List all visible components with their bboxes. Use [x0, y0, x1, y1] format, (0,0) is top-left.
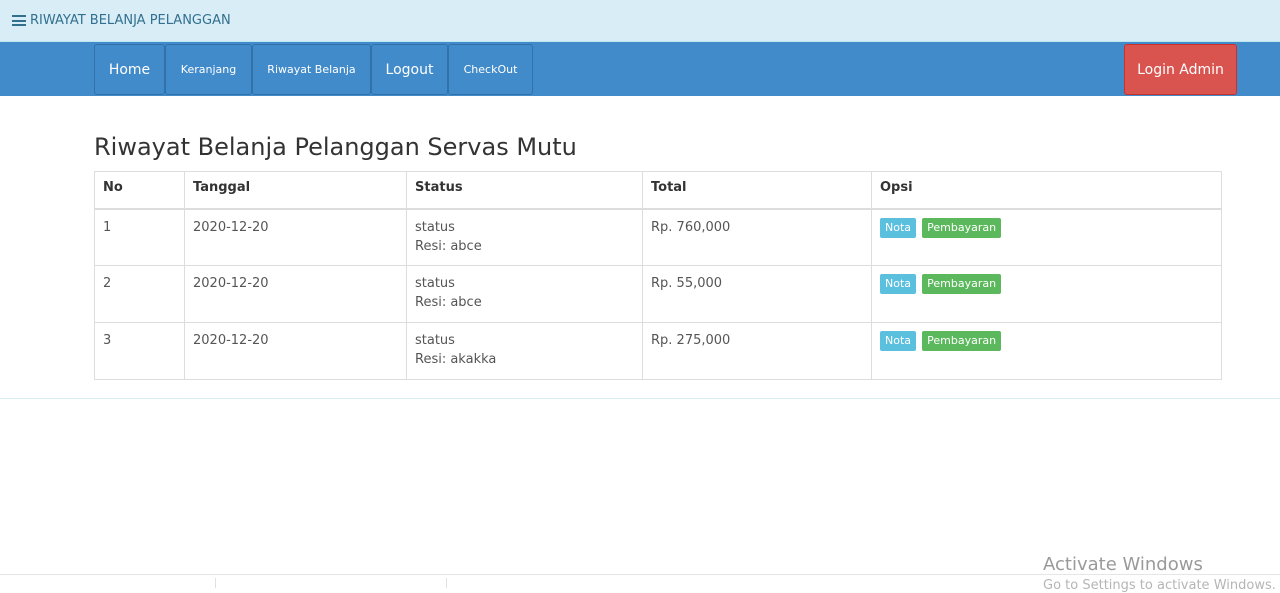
resi-text: Resi: abce: [415, 238, 482, 254]
history-table: No Tanggal Status Total Opsi 1 2020-12-2…: [94, 171, 1222, 380]
resi-text: Resi: akakka: [415, 352, 497, 367]
cell-no: 3: [94, 322, 185, 380]
cell-tanggal: 2020-12-20: [184, 265, 407, 323]
table-header-row: No Tanggal Status Total Opsi: [94, 171, 1222, 210]
cell-opsi: Nota Pembayaran: [871, 265, 1222, 323]
table-row: 2 2020-12-20 status Resi: abce Rp. 55,00…: [94, 265, 1222, 323]
nota-button[interactable]: Nota: [880, 274, 917, 294]
navbar: Home Keranjang Riwayat Belanja Logout Ch…: [0, 42, 1280, 96]
nav-logout[interactable]: Logout: [371, 44, 448, 95]
header-title-text: RIWAYAT BELANJA PELANGGAN: [30, 13, 231, 28]
table-row: 1 2020-12-20 status Resi: abce Rp. 760,0…: [94, 208, 1222, 266]
nav-keranjang[interactable]: Keranjang: [165, 44, 252, 95]
nota-button[interactable]: Nota: [880, 217, 917, 238]
cell-tanggal: 2020-12-20: [184, 208, 407, 266]
cell-tanggal: 2020-12-20: [184, 322, 407, 380]
cell-opsi: Nota Pembayaran: [871, 208, 1222, 266]
nav-home[interactable]: Home: [94, 44, 165, 95]
nota-button[interactable]: Nota: [880, 331, 917, 351]
cell-total: Rp. 275,000: [642, 322, 872, 380]
cell-total: Rp. 760,000: [642, 208, 872, 266]
pembayaran-button[interactable]: Pembayaran: [922, 217, 1002, 238]
activate-windows-subtitle: Go to Settings to activate Windows.: [1043, 578, 1276, 593]
cell-total: Rp. 55,000: [642, 265, 872, 323]
pembayaran-button[interactable]: Pembayaran: [922, 274, 1002, 294]
header-strip: RIWAYAT BELANJA PELANGGAN: [0, 0, 1280, 42]
header-title: RIWAYAT BELANJA PELANGGAN: [12, 13, 231, 28]
login-admin-button[interactable]: Login Admin: [1124, 44, 1237, 95]
status-text: status: [415, 219, 455, 235]
cell-opsi: Nota Pembayaran: [871, 322, 1222, 380]
column-header-total: Total: [642, 171, 872, 210]
status-text: status: [415, 276, 455, 291]
activate-windows-title: Activate Windows: [1043, 554, 1203, 575]
column-header-tanggal: Tanggal: [184, 171, 407, 210]
footer-tick: [446, 578, 447, 588]
cell-status: status Resi: abce: [406, 265, 643, 323]
cell-status: status Resi: akakka: [406, 322, 643, 380]
cell-no: 1: [94, 208, 185, 266]
column-header-status: Status: [406, 171, 643, 210]
cell-no: 2: [94, 265, 185, 323]
column-header-no: No: [94, 171, 185, 210]
nav-checkout[interactable]: CheckOut: [448, 44, 533, 95]
pembayaran-button[interactable]: Pembayaran: [922, 331, 1002, 351]
nav-riwayat-belanja[interactable]: Riwayat Belanja: [252, 44, 371, 95]
cell-status: status Resi: abce: [406, 208, 643, 266]
content-divider: [0, 398, 1280, 399]
resi-text: Resi: abce: [415, 295, 482, 310]
list-icon: [12, 15, 26, 26]
status-text: status: [415, 333, 455, 348]
footer-tick: [215, 578, 216, 588]
page-title: Riwayat Belanja Pelanggan Servas Mutu: [94, 133, 577, 161]
table-row: 3 2020-12-20 status Resi: akakka Rp. 275…: [94, 322, 1222, 380]
column-header-opsi: Opsi: [871, 171, 1222, 210]
